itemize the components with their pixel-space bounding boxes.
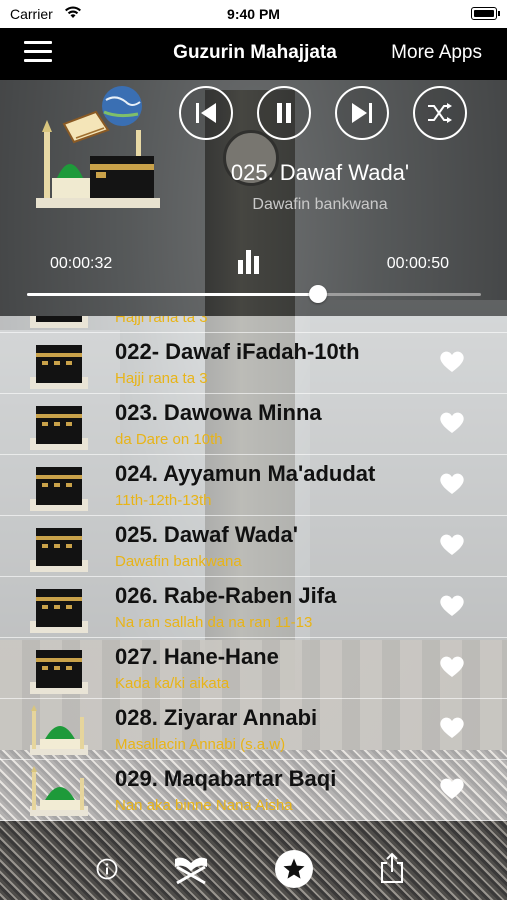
track-subtitle: Na ran sallah da na ran 11-13 xyxy=(115,614,313,631)
track-subtitle: Hajji rana ta 3 xyxy=(115,370,208,387)
more-apps-button[interactable]: More Apps xyxy=(391,42,482,64)
battery-icon xyxy=(471,7,500,20)
track-row[interactable]: 024. Ayyamun Ma'adudat 11th-12th-13th xyxy=(0,455,507,516)
track-title: 026. Rabe-Raben Jifa xyxy=(115,583,337,608)
favorite-heart-icon[interactable] xyxy=(439,533,465,557)
track-row[interactable]: 028. Ziyarar Annabi Masallacin Annabi (s.… xyxy=(0,699,507,760)
track-title: 025. Dawaf Wada' xyxy=(115,522,298,547)
favorite-heart-icon[interactable] xyxy=(439,716,465,740)
favorites-tab[interactable] xyxy=(275,850,313,888)
elapsed-time: 00:00:32 xyxy=(50,255,113,272)
progress-fill xyxy=(27,293,318,296)
track-subtitle: Masallacin Annabi (s.a.w) xyxy=(115,736,286,753)
status-bar: Carrier 9:40 PM xyxy=(0,0,507,28)
album-art xyxy=(36,84,160,208)
kaaba-icon xyxy=(30,316,88,328)
previous-track-button[interactable] xyxy=(179,86,233,140)
track-title: 022- Dawaf iFadah-10th xyxy=(115,339,360,364)
favorite-heart-icon[interactable] xyxy=(439,655,465,679)
star-icon xyxy=(283,858,305,879)
share-tab[interactable] xyxy=(380,852,404,889)
kaaba-icon xyxy=(30,583,88,633)
shuffle-icon xyxy=(428,103,452,123)
tab-bar xyxy=(0,821,507,900)
favorite-heart-icon[interactable] xyxy=(439,350,465,374)
track-title: 024. Ayyamun Ma'adudat xyxy=(115,461,376,486)
track-subtitle: Dawafin bankwana xyxy=(115,553,242,570)
progress-slider[interactable] xyxy=(27,285,481,303)
kaaba-icon xyxy=(30,461,88,511)
track-subtitle: Nan aka binne Nana Aisha xyxy=(115,797,293,814)
remaining-time: 00:00:50 xyxy=(386,255,449,272)
track-row[interactable]: 023. Dawowa Minna da Dare on 10th xyxy=(0,394,507,455)
hamburger-menu-icon[interactable] xyxy=(24,41,52,65)
track-subtitle: Kada ka/ki aikata xyxy=(115,675,230,692)
info-tab[interactable] xyxy=(96,858,118,885)
track-title: 027. Hane-Hane xyxy=(115,644,279,669)
now-playing-title: 025. Dawaf Wada' xyxy=(230,160,410,185)
favorite-heart-icon[interactable] xyxy=(439,411,465,435)
favorite-heart-icon[interactable] xyxy=(439,472,465,496)
quran-tab[interactable] xyxy=(171,853,211,890)
kaaba-icon xyxy=(30,644,88,694)
track-title: 029. Maqabartar Baqi xyxy=(115,766,337,791)
track-title: 023. Dawowa Minna xyxy=(115,400,322,425)
kaaba-icon xyxy=(30,522,88,572)
status-time: 9:40 PM xyxy=(227,6,280,22)
shuffle-button[interactable] xyxy=(413,86,467,140)
track-row[interactable]: 029. Maqabartar Baqi Nan aka binne Nana A… xyxy=(0,760,507,821)
equalizer-icon xyxy=(236,250,264,274)
next-track-button[interactable] xyxy=(335,86,389,140)
info-icon xyxy=(96,858,118,880)
pause-button[interactable] xyxy=(257,86,311,140)
green-dome-icon xyxy=(30,766,88,816)
kaaba-icon xyxy=(30,339,88,389)
track-row[interactable]: 027. Hane-Hane Kada ka/ki aikata xyxy=(0,638,507,699)
share-icon xyxy=(381,852,403,883)
track-subtitle: 11th-12th-13th xyxy=(115,492,212,509)
audio-player: 025. Dawaf Wada' Dawafin bankwana 00:00:… xyxy=(0,80,507,316)
now-playing-subtitle: Dawafin bankwana xyxy=(252,196,388,213)
progress-thumb[interactable] xyxy=(308,285,327,303)
track-subtitle: da Dare on 10th xyxy=(115,431,223,448)
favorite-heart-icon[interactable] xyxy=(439,777,465,801)
skip-previous-icon xyxy=(196,103,216,123)
track-list: Hajji rana ta 3 022- Dawaf iFadah-10th Haj… xyxy=(0,316,507,821)
track-subtitle: Hajji rana ta 3 xyxy=(115,316,208,326)
skip-next-icon xyxy=(352,103,372,123)
nav-bar: Guzurin Mahajjata More Apps xyxy=(0,28,507,80)
kaaba-icon xyxy=(30,400,88,450)
green-dome-icon xyxy=(30,705,88,755)
track-row[interactable]: 025. Dawaf Wada' Dawafin bankwana xyxy=(0,516,507,577)
track-title: 028. Ziyarar Annabi xyxy=(115,705,318,730)
quran-stand-icon xyxy=(175,857,207,885)
track-row[interactable]: 026. Rabe-Raben Jifa Na ran sallah da na … xyxy=(0,577,507,638)
track-row[interactable]: Hajji rana ta 3 xyxy=(0,316,507,333)
track-row[interactable]: 022- Dawaf iFadah-10th Hajji rana ta 3 xyxy=(0,333,507,394)
page-title: Guzurin Mahajjata xyxy=(173,42,337,63)
favorite-heart-icon[interactable] xyxy=(439,594,465,618)
pause-icon xyxy=(277,103,291,123)
